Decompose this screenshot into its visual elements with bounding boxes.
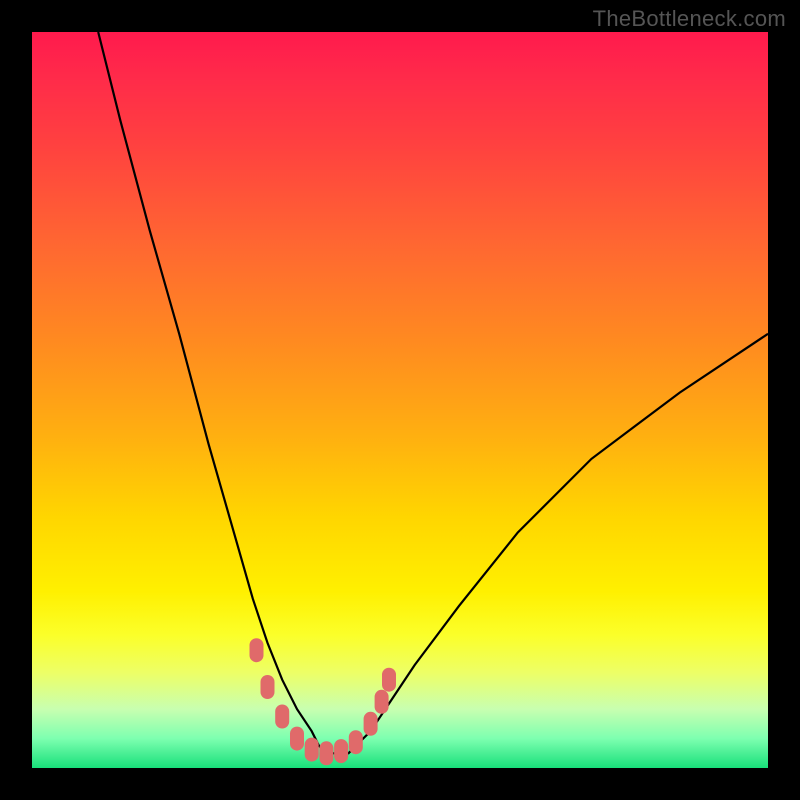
curve-layer [32, 32, 768, 768]
highlight-marker [375, 690, 389, 714]
chart-stage: TheBottleneck.com [0, 0, 800, 800]
highlight-band [250, 638, 397, 765]
highlight-marker [319, 741, 333, 765]
plot-area [32, 32, 768, 768]
highlight-marker [250, 638, 264, 662]
highlight-marker [364, 712, 378, 736]
highlight-marker [290, 727, 304, 751]
highlight-marker [261, 675, 275, 699]
highlight-marker [334, 739, 348, 763]
highlight-marker [349, 730, 363, 754]
highlight-marker [275, 705, 289, 729]
highlight-marker [382, 668, 396, 692]
watermark-text: TheBottleneck.com [593, 6, 786, 32]
bottleneck-curve [98, 32, 768, 753]
highlight-marker [305, 738, 319, 762]
